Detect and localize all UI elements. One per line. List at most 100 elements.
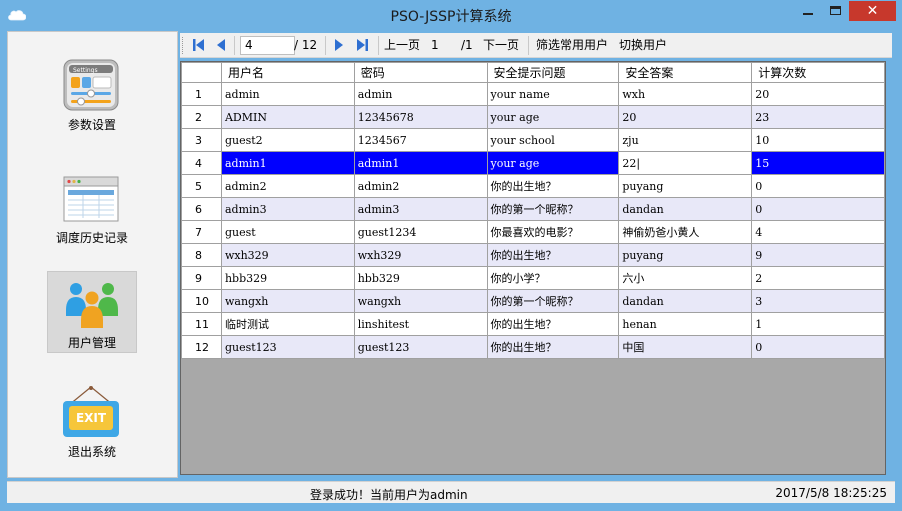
row-header[interactable]: 4	[181, 151, 222, 175]
username-cell[interactable]: admin2	[220, 174, 355, 198]
security-question-cell[interactable]: 你的小学？	[486, 266, 620, 290]
calculation-count-cell[interactable]: 23	[751, 105, 885, 129]
calculation-count-cell[interactable]: 9	[751, 243, 885, 267]
calculation-count-cell[interactable]: 2	[751, 266, 885, 290]
security-question-cell[interactable]: 你的出生地？	[486, 312, 620, 336]
username-cell[interactable]: ADMIN	[220, 105, 355, 129]
calculation-count-cell[interactable]: 10	[751, 128, 885, 152]
username-cell[interactable]: admin3	[220, 197, 355, 221]
username-cell[interactable]: 临时测试	[220, 312, 355, 336]
table-row[interactable]: 9 hbb329 hbb329 你的小学？ 六小 2	[181, 266, 885, 290]
username-cell[interactable]: admin	[220, 82, 355, 106]
username-cell[interactable]: admin1	[220, 151, 355, 175]
table-row[interactable]: 6 admin3 admin3 你的第一个昵称？ dandan 0	[181, 197, 885, 221]
previous-record-icon[interactable]	[216, 38, 226, 52]
calculation-count-cell[interactable]: 3	[751, 289, 885, 313]
security-answer-cell[interactable]: puyang	[618, 174, 753, 198]
row-header-corner[interactable]	[181, 62, 222, 83]
password-cell[interactable]: 1234567	[353, 128, 488, 152]
security-answer-cell[interactable]: 神偷奶爸小黄人	[618, 220, 753, 244]
row-header[interactable]: 5	[181, 174, 222, 198]
security-answer-cell[interactable]: dandan	[618, 289, 753, 313]
password-cell[interactable]: admin	[353, 82, 488, 106]
security-answer-cell[interactable]: wxh	[618, 82, 753, 106]
table-row[interactable]: 10 wangxh wangxh 你的第一个昵称？ dandan 3	[181, 289, 885, 313]
security-question-cell[interactable]: your age	[486, 151, 620, 175]
next-record-icon[interactable]	[334, 38, 344, 52]
table-row[interactable]: 2 ADMIN 12345678 your age 20 23	[181, 105, 885, 129]
row-header[interactable]: 9	[181, 266, 222, 290]
row-header[interactable]: 1	[181, 82, 222, 106]
security-answer-cell[interactable]: puyang	[618, 243, 753, 267]
table-row[interactable]: 11 临时测试 linshitest 你的出生地？ henan 1	[181, 312, 885, 336]
last-record-icon[interactable]	[356, 38, 369, 52]
table-row[interactable]: 3 guest2 1234567 your school zju 10	[181, 128, 885, 152]
security-question-cell[interactable]: 你的出生地？	[486, 335, 620, 359]
row-header[interactable]: 10	[181, 289, 222, 313]
current-position-input[interactable]: 4	[240, 36, 295, 55]
row-header[interactable]: 6	[181, 197, 222, 221]
row-header[interactable]: 12	[181, 335, 222, 359]
nav-user-management[interactable]: 用户管理	[47, 271, 137, 353]
toolbar-grip[interactable]	[182, 37, 185, 54]
column-header-password[interactable]: 密码	[353, 62, 488, 83]
table-row[interactable]: 12 guest123 guest123 你的出生地？ 中国 0	[181, 335, 885, 359]
close-button[interactable]: ✕	[849, 1, 896, 21]
password-cell[interactable]: hbb329	[353, 266, 488, 290]
password-cell[interactable]: 12345678	[353, 105, 488, 129]
row-header[interactable]: 7	[181, 220, 222, 244]
password-cell[interactable]: wangxh	[353, 289, 488, 313]
security-answer-cell[interactable]: 六小	[618, 266, 753, 290]
security-answer-cell[interactable]: henan	[618, 312, 753, 336]
username-cell[interactable]: guest	[220, 220, 355, 244]
calculation-count-cell[interactable]: 0	[751, 197, 885, 221]
username-cell[interactable]: wangxh	[220, 289, 355, 313]
password-cell[interactable]: linshitest	[353, 312, 488, 336]
username-cell[interactable]: hbb329	[220, 266, 355, 290]
nav-history[interactable]: 调度历史记录	[47, 167, 137, 249]
row-header[interactable]: 3	[181, 128, 222, 152]
password-cell[interactable]: guest123	[353, 335, 488, 359]
calculation-count-cell[interactable]: 0	[751, 174, 885, 198]
security-question-cell[interactable]: 你的出生地？	[486, 243, 620, 267]
title-bar[interactable]: PSO-JSSP计算系统 ✕	[0, 0, 902, 31]
nav-settings[interactable]: Settings 参数设置	[47, 54, 137, 136]
nav-exit[interactable]: EXIT 退出系统	[47, 381, 137, 463]
column-header-security-question[interactable]: 安全提示问题	[486, 62, 620, 83]
calculation-count-cell[interactable]: 15	[751, 151, 885, 175]
security-question-cell[interactable]: 你的第一个昵称？	[486, 289, 620, 313]
security-answer-cell[interactable]: dandan	[618, 197, 753, 221]
username-cell[interactable]: guest2	[220, 128, 355, 152]
next-page-button[interactable]: 下一页	[483, 36, 519, 55]
security-answer-cell[interactable]: 22|	[618, 151, 753, 175]
table-row[interactable]: 8 wxh329 wxh329 你的出生地？ puyang 9	[181, 243, 885, 267]
security-question-cell[interactable]: your age	[486, 105, 620, 129]
security-answer-cell[interactable]: 中国	[618, 335, 753, 359]
security-question-cell[interactable]: your name	[486, 82, 620, 106]
maximize-button[interactable]	[822, 1, 849, 21]
row-header[interactable]: 2	[181, 105, 222, 129]
first-record-icon[interactable]	[192, 38, 205, 52]
table-row[interactable]: 7 guest guest1234 你最喜欢的电影？ 神偷奶爸小黄人 4	[181, 220, 885, 244]
page-number-input[interactable]: 1	[426, 36, 456, 55]
username-cell[interactable]: guest123	[220, 335, 355, 359]
password-cell[interactable]: admin3	[353, 197, 488, 221]
password-cell[interactable]: guest1234	[353, 220, 488, 244]
calculation-count-cell[interactable]: 0	[751, 335, 885, 359]
calculation-count-cell[interactable]: 4	[751, 220, 885, 244]
calculation-count-cell[interactable]: 1	[751, 312, 885, 336]
password-cell[interactable]: admin1	[353, 151, 488, 175]
username-cell[interactable]: wxh329	[220, 243, 355, 267]
table-row[interactable]: 1 admin admin your name wxh 20	[181, 82, 885, 106]
security-question-cell[interactable]: 你最喜欢的电影？	[486, 220, 620, 244]
security-answer-cell[interactable]: 20	[618, 105, 753, 129]
switch-user-button[interactable]: 切换用户	[619, 36, 667, 55]
user-data-grid[interactable]: 用户名 密码 安全提示问题 安全答案 计算次数 1 admin admin your …	[180, 61, 886, 475]
prev-page-button[interactable]: 上一页	[384, 36, 420, 55]
security-question-cell[interactable]: your school	[486, 128, 620, 152]
table-row[interactable]: 4 admin1 admin1 your age 22| 15	[181, 151, 885, 175]
password-cell[interactable]: admin2	[353, 174, 488, 198]
minimize-button[interactable]	[794, 1, 822, 21]
security-question-cell[interactable]: 你的第一个昵称？	[486, 197, 620, 221]
column-header-security-answer[interactable]: 安全答案	[618, 62, 753, 83]
